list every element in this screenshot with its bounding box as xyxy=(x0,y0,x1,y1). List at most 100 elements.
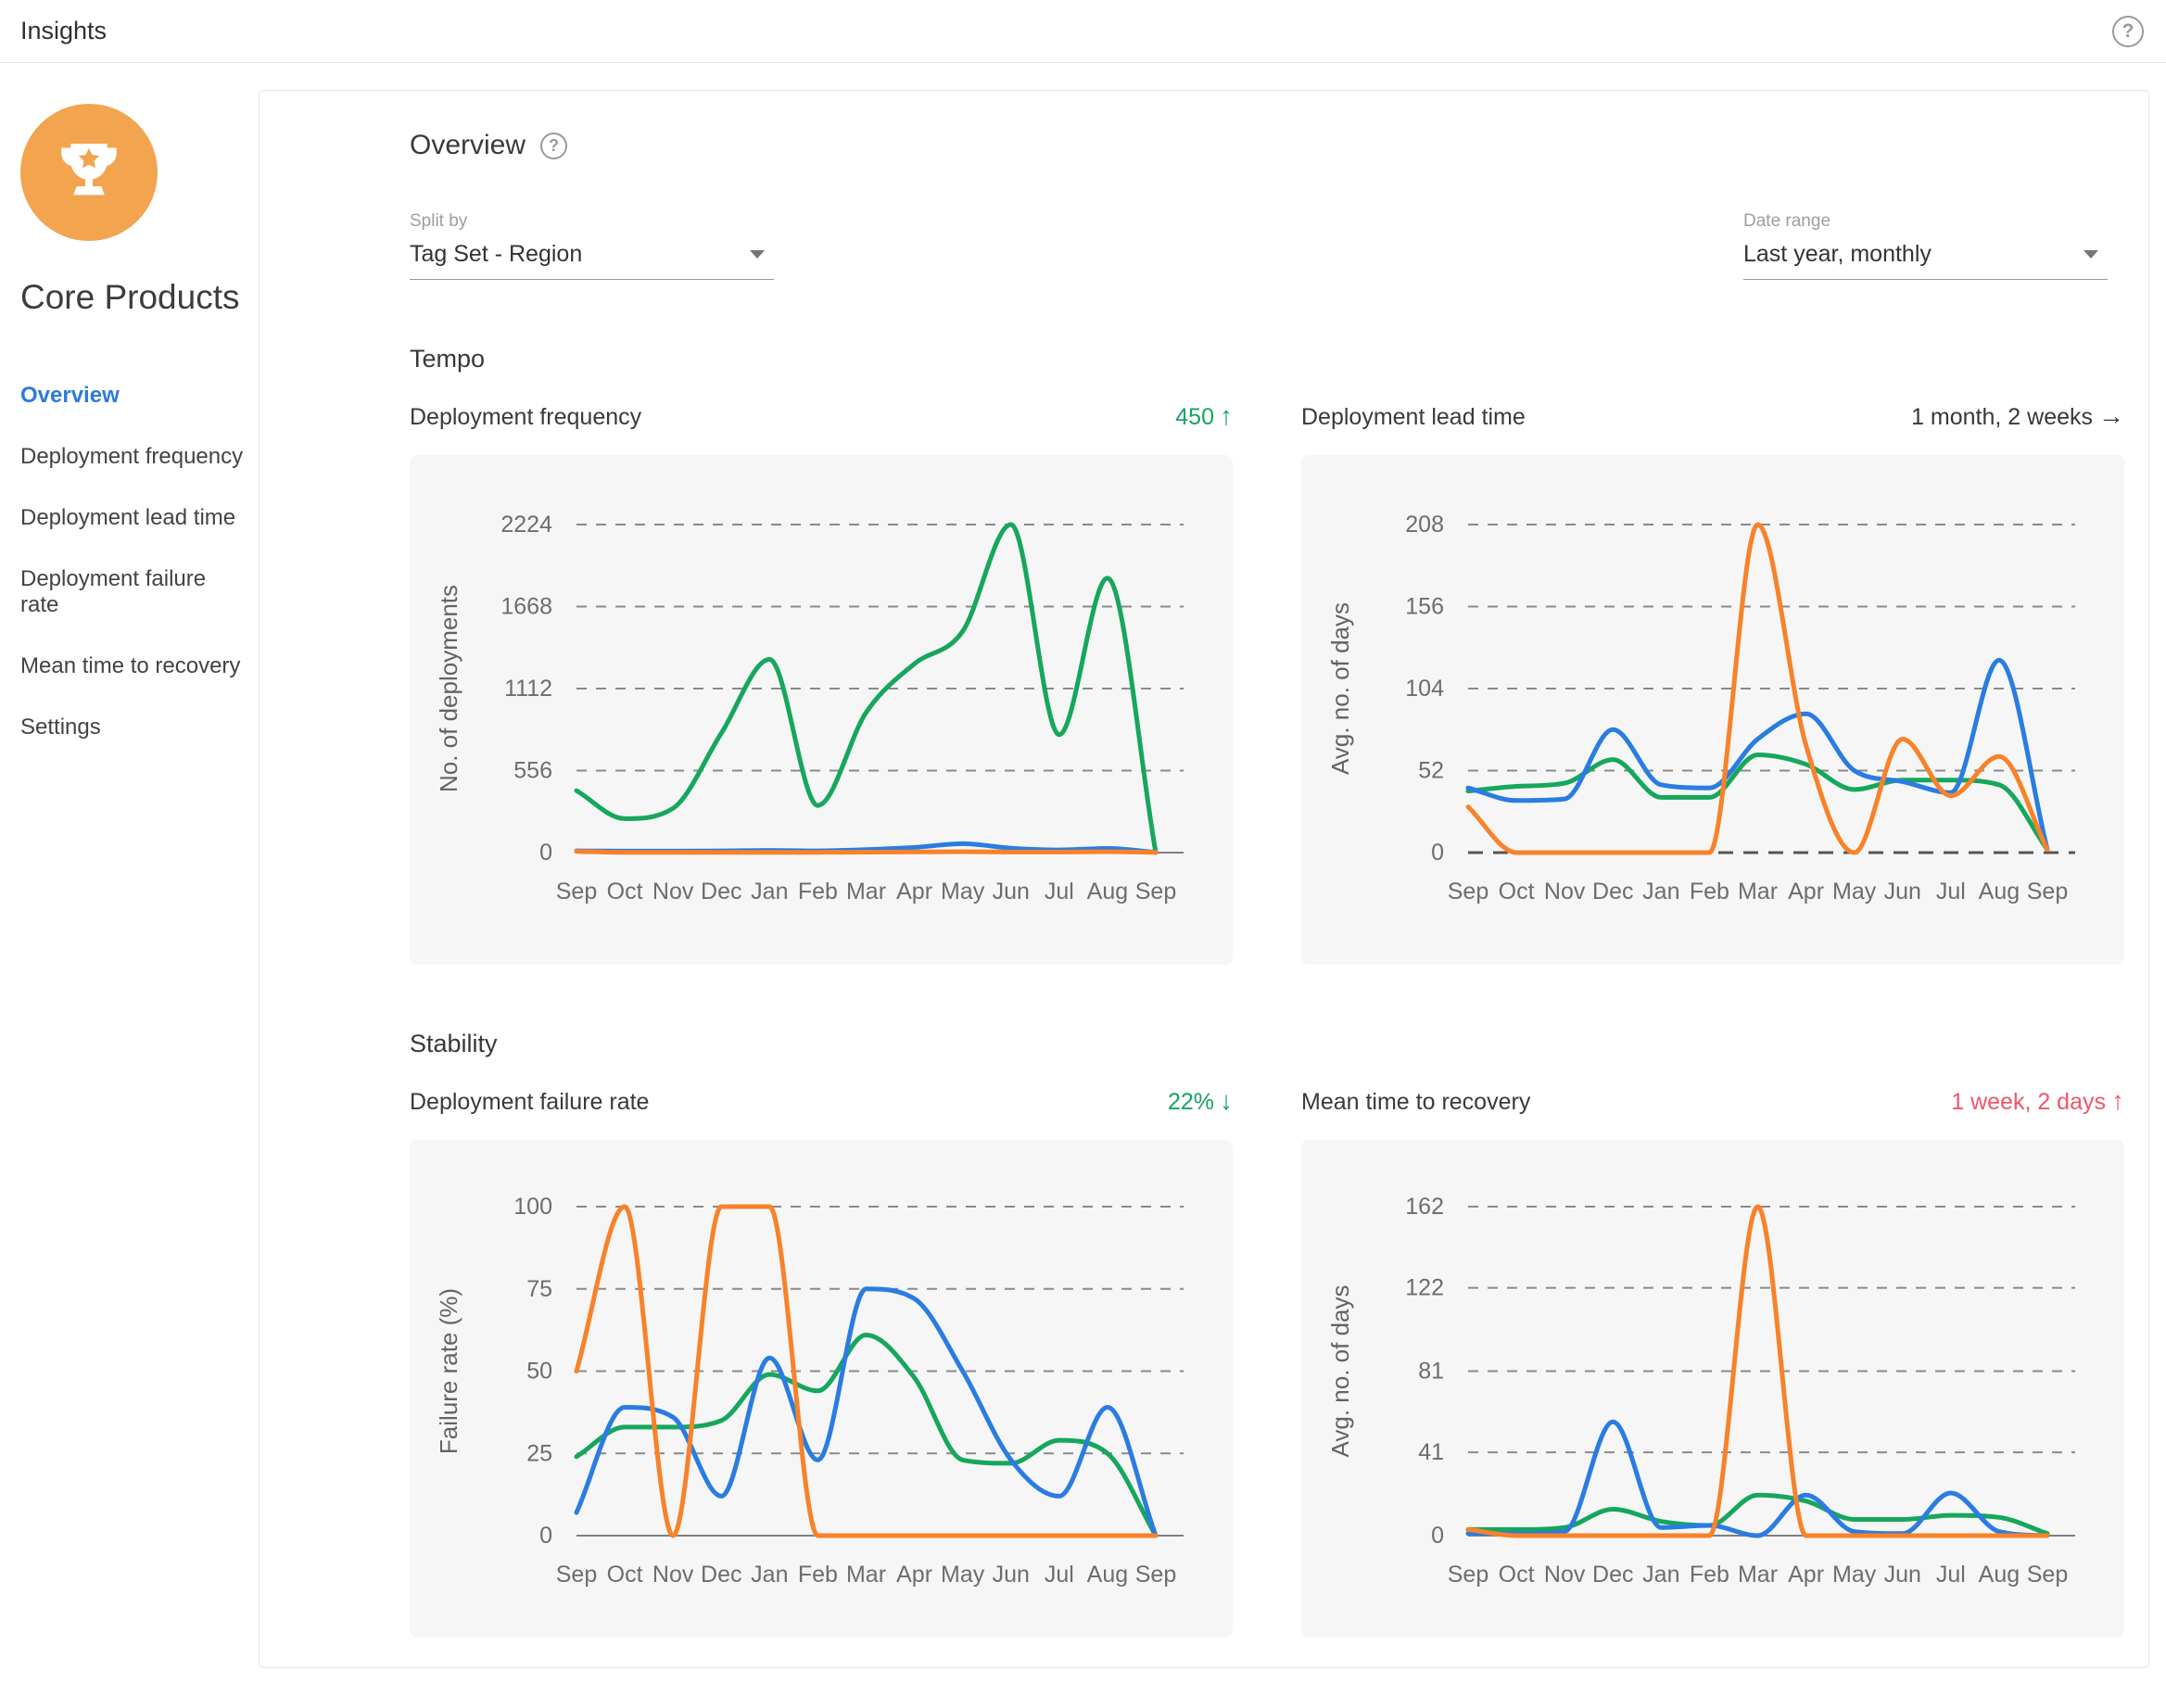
svg-text:Jan: Jan xyxy=(1642,879,1679,905)
svg-text:Nov: Nov xyxy=(652,1562,694,1588)
chart-badge-deployment-frequency: 450↑ xyxy=(1175,401,1233,431)
date-range-label: Date range xyxy=(1743,211,2108,232)
chart-panel-mean-time-to-recovery: 04181122162SepOctNovDecJanFebMarAprMayJu… xyxy=(1301,1140,2124,1638)
sidebar-item-mean-time-to-recovery[interactable]: Mean time to recovery xyxy=(20,636,249,697)
chart-canvas-deployment-lead-time[interactable]: 052104156208SepOctNovDecJanFebMarAprMayJ… xyxy=(1301,455,2124,965)
chart-title-deployment-failure-rate: Deployment failure rate xyxy=(410,1089,649,1116)
svg-text:Feb: Feb xyxy=(1690,879,1729,905)
help-icon[interactable]: ? xyxy=(2112,16,2144,47)
svg-text:Oct: Oct xyxy=(607,879,643,905)
svg-text:41: 41 xyxy=(1418,1439,1444,1465)
sidebar-item-deployment-frequency[interactable]: Deployment frequency xyxy=(20,426,249,487)
svg-text:Nov: Nov xyxy=(1544,1562,1586,1588)
svg-text:104: 104 xyxy=(1405,676,1444,702)
svg-text:Sep: Sep xyxy=(2027,879,2068,905)
series-green-deployment-lead-time xyxy=(1468,755,2047,850)
svg-text:Nov: Nov xyxy=(652,879,694,905)
chart-canvas-deployment-failure-rate[interactable]: 0255075100SepOctNovDecJanFebMarAprMayJun… xyxy=(410,1140,1233,1638)
svg-text:Jan: Jan xyxy=(751,879,788,905)
svg-text:0: 0 xyxy=(539,840,552,866)
svg-text:Apr: Apr xyxy=(1788,1562,1824,1588)
svg-text:May: May xyxy=(1832,1562,1877,1588)
svg-text:Avg. no. of days: Avg. no. of days xyxy=(1326,1285,1354,1458)
svg-text:Sep: Sep xyxy=(1135,1562,1176,1588)
svg-text:25: 25 xyxy=(526,1440,552,1466)
chart-deployment-frequency: Deployment frequency450↑0556111216682224… xyxy=(410,401,1233,965)
svg-text:Dec: Dec xyxy=(1592,1562,1633,1588)
sidebar-item-settings[interactable]: Settings xyxy=(20,697,249,758)
split-by-select[interactable]: Split by Tag Set - Region xyxy=(410,211,774,280)
tempo-section: Tempo Deployment frequency450↑0556111216… xyxy=(410,345,2132,965)
chart-badge-deployment-failure-rate: 22%↓ xyxy=(1168,1086,1233,1116)
trophy-icon xyxy=(49,133,129,212)
chart-deployment-failure-rate: Deployment failure rate22%↓0255075100Sep… xyxy=(410,1086,1233,1638)
svg-text:162: 162 xyxy=(1405,1194,1444,1220)
date-range-value: Last year, monthly xyxy=(1743,241,1932,268)
avatar xyxy=(20,104,158,241)
overview-help-icon[interactable]: ? xyxy=(540,133,567,159)
svg-text:Jun: Jun xyxy=(993,1562,1030,1588)
series-green-mean-time-to-recovery xyxy=(1468,1495,2047,1534)
arrow-up-icon: ↑ xyxy=(1220,401,1233,430)
chart-deployment-lead-time: Deployment lead time1 month, 2 weeks→052… xyxy=(1301,401,2124,965)
svg-text:Feb: Feb xyxy=(798,1562,838,1588)
date-range-select[interactable]: Date range Last year, monthly xyxy=(1743,211,2108,280)
svg-text:Jan: Jan xyxy=(1642,1562,1679,1588)
svg-text:Dec: Dec xyxy=(701,1562,741,1588)
svg-text:Apr: Apr xyxy=(896,879,932,905)
svg-text:No. of deployments: No. of deployments xyxy=(435,585,462,792)
svg-text:556: 556 xyxy=(513,758,552,784)
svg-text:Jun: Jun xyxy=(993,879,1030,905)
chart-panel-deployment-failure-rate: 0255075100SepOctNovDecJanFebMarAprMayJun… xyxy=(410,1140,1233,1638)
chart-canvas-mean-time-to-recovery[interactable]: 04181122162SepOctNovDecJanFebMarAprMayJu… xyxy=(1301,1140,2124,1638)
svg-text:Jun: Jun xyxy=(1884,1562,1921,1588)
svg-text:2224: 2224 xyxy=(500,512,552,538)
chart-canvas-deployment-frequency[interactable]: 0556111216682224SepOctNovDecJanFebMarApr… xyxy=(410,455,1233,965)
app-title: Insights xyxy=(20,17,107,45)
svg-text:0: 0 xyxy=(1431,1523,1444,1549)
stability-section: Stability Deployment failure rate22%↓025… xyxy=(410,1030,2132,1638)
svg-text:Dec: Dec xyxy=(701,879,741,905)
arrow-down-icon: ↓ xyxy=(1220,1086,1233,1115)
sidebar-title: Core Products xyxy=(20,278,249,317)
svg-text:Jul: Jul xyxy=(1936,1562,1966,1588)
svg-text:Feb: Feb xyxy=(798,879,838,905)
chart-title-deployment-lead-time: Deployment lead time xyxy=(1301,404,1526,431)
svg-text:Apr: Apr xyxy=(896,1562,932,1588)
svg-text:Oct: Oct xyxy=(1499,879,1535,905)
sidebar-item-overview[interactable]: Overview xyxy=(20,365,249,426)
svg-text:122: 122 xyxy=(1405,1275,1444,1301)
svg-text:Aug: Aug xyxy=(1979,879,2020,905)
sidebar-item-deployment-lead-time[interactable]: Deployment lead time xyxy=(20,487,249,549)
section-heading-tempo: Tempo xyxy=(410,345,2132,373)
svg-text:156: 156 xyxy=(1405,594,1444,620)
svg-text:Sep: Sep xyxy=(556,879,597,905)
chevron-down-icon xyxy=(750,250,765,259)
chart-badge-mean-time-to-recovery: 1 week, 2 days↑ xyxy=(1951,1086,2124,1116)
chart-mean-time-to-recovery: Mean time to recovery1 week, 2 days↑0418… xyxy=(1301,1086,2124,1638)
chart-panel-deployment-lead-time: 052104156208SepOctNovDecJanFebMarAprMayJ… xyxy=(1301,455,2124,965)
svg-text:Mar: Mar xyxy=(1738,1562,1778,1588)
svg-text:52: 52 xyxy=(1418,758,1444,784)
arrow-right-icon: → xyxy=(2098,401,2124,430)
chart-title-mean-time-to-recovery: Mean time to recovery xyxy=(1301,1089,1530,1116)
svg-text:May: May xyxy=(1832,879,1877,905)
chevron-down-icon xyxy=(2084,250,2098,259)
svg-text:Sep: Sep xyxy=(1135,879,1176,905)
svg-text:Sep: Sep xyxy=(2027,1562,2068,1588)
svg-text:Mar: Mar xyxy=(846,1562,886,1588)
svg-text:May: May xyxy=(941,1562,985,1588)
svg-text:Aug: Aug xyxy=(1087,879,1128,905)
svg-text:Apr: Apr xyxy=(1788,879,1824,905)
svg-text:Feb: Feb xyxy=(1690,1562,1729,1588)
top-bar: Insights ? xyxy=(0,0,2166,63)
svg-text:50: 50 xyxy=(526,1359,552,1385)
svg-text:208: 208 xyxy=(1405,512,1444,538)
svg-text:Aug: Aug xyxy=(1087,1562,1128,1588)
svg-text:Sep: Sep xyxy=(1448,1562,1488,1588)
svg-text:Avg. no. of days: Avg. no. of days xyxy=(1326,602,1354,775)
svg-text:100: 100 xyxy=(513,1194,552,1220)
svg-text:1668: 1668 xyxy=(500,594,552,620)
svg-text:0: 0 xyxy=(539,1523,552,1549)
sidebar-item-deployment-failure-rate[interactable]: Deployment failure rate xyxy=(20,549,249,636)
